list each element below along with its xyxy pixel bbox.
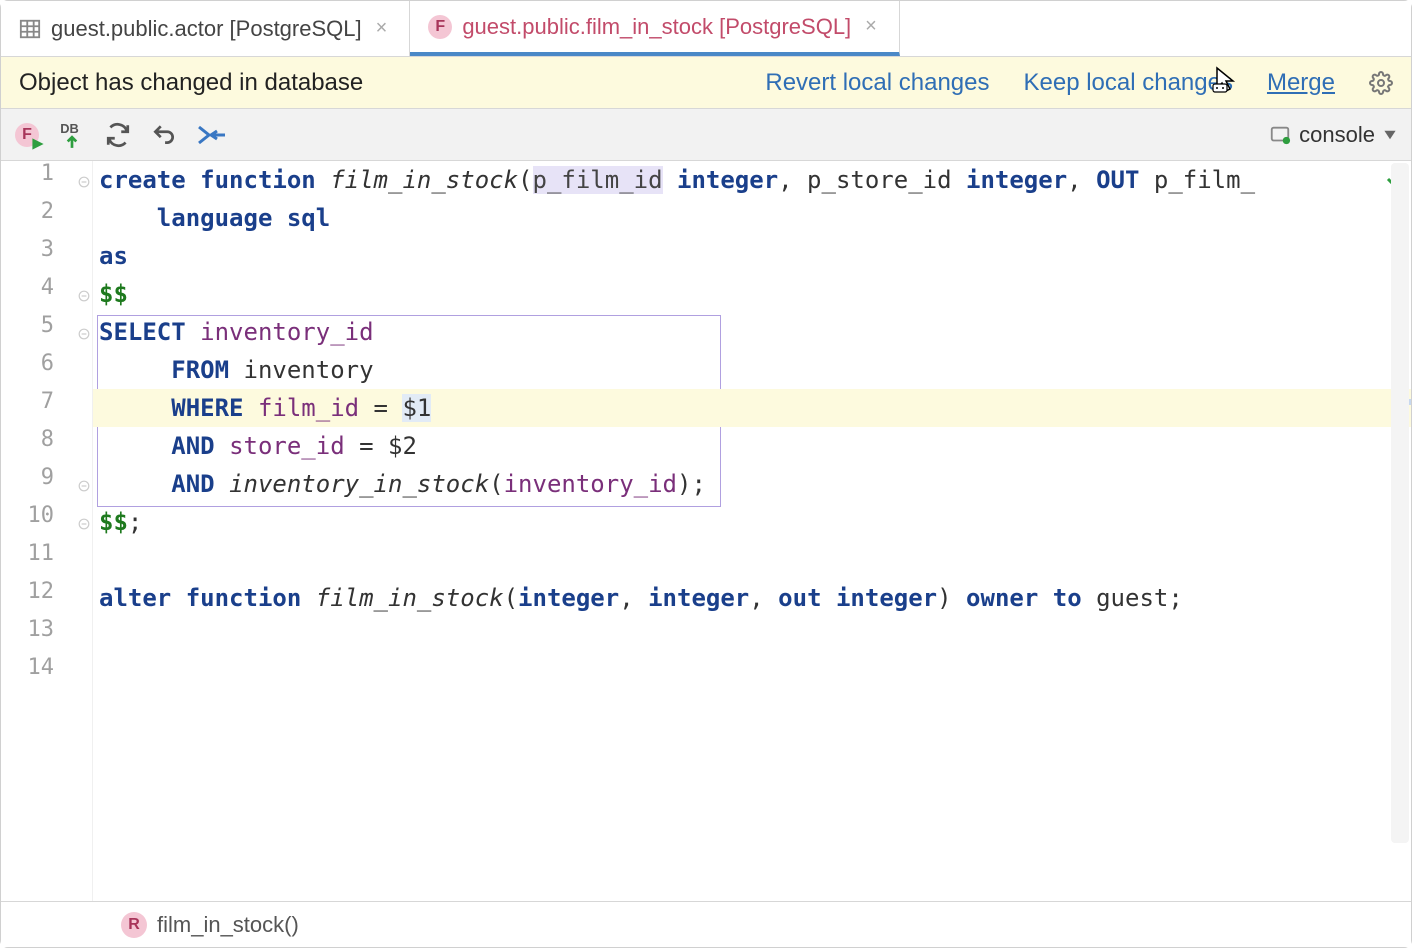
gear-icon[interactable] bbox=[1369, 71, 1393, 95]
console-label: console bbox=[1299, 122, 1375, 148]
breadcrumb: R film_in_stock() bbox=[1, 901, 1411, 947]
table-icon bbox=[19, 18, 41, 40]
db-upload-button[interactable]: DB bbox=[59, 120, 85, 150]
code-line[interactable] bbox=[93, 541, 1411, 579]
fold-icon[interactable] bbox=[76, 321, 90, 335]
fold-icon[interactable] bbox=[76, 283, 90, 297]
gutter: 1234567891011121314 bbox=[1, 161, 93, 901]
fold-icon[interactable] bbox=[76, 169, 90, 183]
code-line[interactable]: create function film_in_stock(p_film_id … bbox=[93, 161, 1411, 199]
console-selector[interactable]: console bbox=[1269, 122, 1397, 148]
code-line[interactable]: as bbox=[93, 237, 1411, 275]
shrink-selection-button[interactable] bbox=[197, 122, 227, 148]
revert-link[interactable]: Revert local changes bbox=[765, 69, 989, 97]
code-line[interactable]: language sql bbox=[93, 199, 1411, 237]
gutter-line: 6 bbox=[1, 351, 92, 389]
gutter-line: 2 bbox=[1, 199, 92, 237]
code-line[interactable]: $$ bbox=[93, 275, 1411, 313]
code-line[interactable] bbox=[93, 617, 1411, 655]
tab-bar: guest.public.actor [PostgreSQL] × F gues… bbox=[1, 1, 1411, 57]
tab-actor[interactable]: guest.public.actor [PostgreSQL] × bbox=[1, 1, 410, 56]
tab-title: guest.public.film_in_stock [PostgreSQL] bbox=[462, 14, 851, 40]
gutter-line: 5 bbox=[1, 313, 92, 351]
chevron-down-icon bbox=[1383, 128, 1397, 142]
code-line[interactable] bbox=[93, 655, 1411, 693]
function-icon: F bbox=[428, 15, 452, 39]
fold-icon[interactable] bbox=[76, 511, 90, 525]
run-button[interactable]: F bbox=[15, 123, 39, 147]
editor-toolbar: F DB console bbox=[1, 109, 1411, 161]
code-editor[interactable]: 1234567891011121314 create function film… bbox=[1, 161, 1411, 901]
code-line[interactable]: FROM inventory bbox=[93, 351, 1411, 389]
svg-text:DB: DB bbox=[60, 120, 79, 135]
gutter-line: 14 bbox=[1, 655, 92, 693]
code-line[interactable]: AND inventory_in_stock(inventory_id); bbox=[93, 465, 1411, 503]
tab-film-in-stock[interactable]: F guest.public.film_in_stock [PostgreSQL… bbox=[410, 1, 900, 56]
code-line[interactable]: alter function film_in_stock(integer, in… bbox=[93, 579, 1411, 617]
gutter-line: 10 bbox=[1, 503, 92, 541]
code-line[interactable]: WHERE film_id = $1 bbox=[93, 389, 1411, 427]
gutter-line: 11 bbox=[1, 541, 92, 579]
notification-bar: Object has changed in database Revert lo… bbox=[1, 57, 1411, 109]
gutter-line: 4 bbox=[1, 275, 92, 313]
code-line[interactable]: SELECT inventory_id bbox=[93, 313, 1411, 351]
gutter-line: 3 bbox=[1, 237, 92, 275]
gutter-line: 8 bbox=[1, 427, 92, 465]
notification-message: Object has changed in database bbox=[19, 69, 765, 97]
code-area[interactable]: create function film_in_stock(p_film_id … bbox=[93, 161, 1411, 901]
code-line[interactable]: $$; bbox=[93, 503, 1411, 541]
undo-button[interactable] bbox=[151, 122, 177, 148]
gutter-line: 9 bbox=[1, 465, 92, 503]
close-icon[interactable]: × bbox=[372, 15, 392, 42]
notification-actions: Revert local changes Keep local changes … bbox=[765, 69, 1393, 97]
refresh-button[interactable] bbox=[105, 122, 131, 148]
scrollbar[interactable] bbox=[1391, 163, 1409, 843]
code-line[interactable]: AND store_id = $2 bbox=[93, 427, 1411, 465]
routine-icon: R bbox=[121, 912, 147, 938]
keep-link[interactable]: Keep local changes bbox=[1023, 69, 1232, 97]
breadcrumb-label[interactable]: film_in_stock() bbox=[157, 912, 299, 938]
merge-link[interactable]: Merge bbox=[1267, 69, 1335, 97]
gutter-line: 13 bbox=[1, 617, 92, 655]
gutter-line: 7 bbox=[1, 389, 92, 427]
close-icon[interactable]: × bbox=[861, 13, 881, 40]
tab-title: guest.public.actor [PostgreSQL] bbox=[51, 16, 362, 42]
fold-icon[interactable] bbox=[76, 473, 90, 487]
gutter-line: 1 bbox=[1, 161, 92, 199]
gutter-line: 12 bbox=[1, 579, 92, 617]
